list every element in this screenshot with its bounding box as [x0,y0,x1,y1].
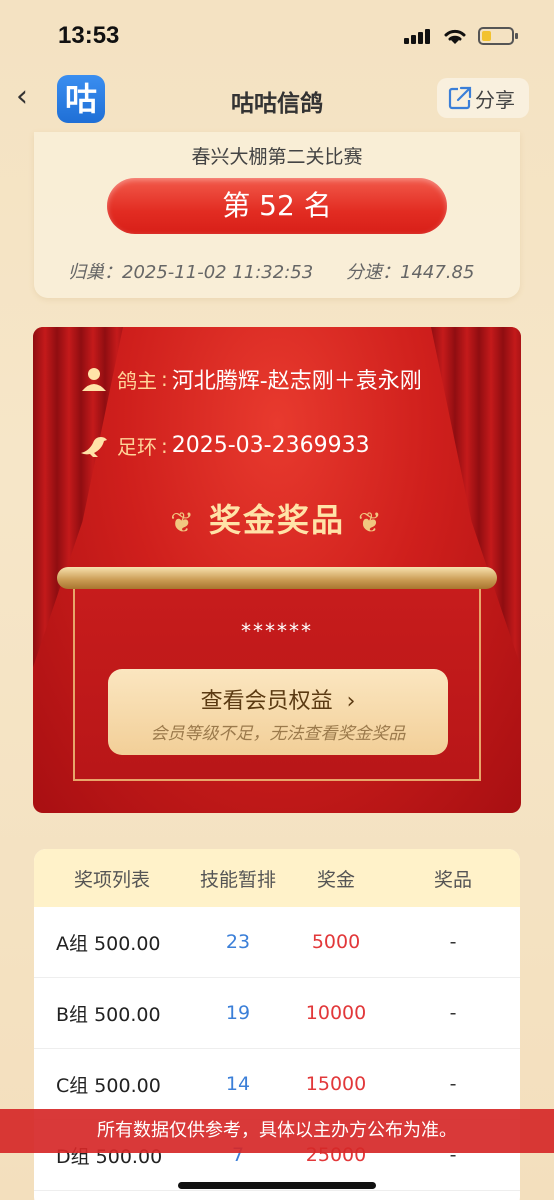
col-header-prize-list: 奖项列表 [73,868,150,891]
bonus-cell: 15000 [305,1073,367,1095]
home-indicator[interactable] [178,1182,376,1189]
laurel-right-icon: ❦ [358,505,384,539]
chevron-right-icon: › [339,689,356,714]
prize-title: ❦ 奖金奖品 ❦ [33,495,521,541]
battery-icon [478,27,518,45]
col-header-rank: 技能暂排 [199,868,276,891]
laurel-left-icon: ❦ [170,505,196,539]
group-cell: C组 500.00 [56,1074,161,1097]
speed-label: 分速： [346,262,400,283]
table-row[interactable]: B组 500.00 19 10000 - [34,978,520,1049]
owner-label: 鸽主 [117,368,157,393]
ring-row: 足环 : 2025-03-2369933 [79,431,370,460]
group-cell: A组 500.00 [56,932,161,955]
prize-cell: - [449,931,457,953]
ring-value: 2025-03-2369933 [171,433,370,458]
bonus-cell: 5000 [311,931,361,953]
hidden-prize-value: ****** [241,619,313,643]
col-header-prize: 奖品 [433,868,472,891]
prize-card: 鸽主 : 河北腾辉-赵志刚＋袁永刚 足环 : 2025-03-2369933 ❦… [33,327,521,813]
share-label: 分享 [475,87,515,112]
table-header: 奖项列表 技能暂排 奖金 奖品 [34,849,520,907]
wifi-icon [444,29,466,44]
arrival-value: 2025-11-02 11:32:53 [122,262,314,283]
rank-card: 春兴大棚第二关比赛 第 52 名 归巢：2025-11-02 11:32:53 … [34,132,520,298]
col-header-bonus: 奖金 [316,868,355,891]
rank-badge: 第 52 名 [107,178,447,234]
group-cell: B组 500.00 [56,1003,161,1026]
vip-button-label: 查看会员权益 › [200,689,356,714]
disclaimer-banner: 所有数据仅供参考，具体以主办方公布为准。 [0,1109,554,1153]
pigeon-icon [81,436,107,457]
speed-value: 1447.85 [400,262,475,283]
prize-title-text: 奖金奖品 [208,501,345,539]
status-time: 13:53 [58,22,120,49]
ring-label: 足环 [117,435,157,459]
arrival-time: 归巢：2025-11-02 11:32:53 [68,258,313,284]
table-row[interactable]: A组 500.00 23 5000 - [34,907,520,978]
speed: 分速：1447.85 [346,258,474,284]
nav-bar: ‹ 咕 咕咕信鸽 分享 [0,70,554,130]
scroll-panel: ****** 查看会员权益 › 会员等级不足，无法查看奖金奖品 [73,589,481,781]
share-icon [448,86,472,110]
prize-cell: - [449,1073,457,1095]
owner-row: 鸽主 : 河北腾辉-赵志刚＋袁永刚 [79,363,422,395]
scroll-rod [57,567,497,589]
match-name: 春兴大棚第二关比赛 [191,146,363,168]
cellular-signal-icon [404,28,434,44]
prize-cell: - [449,1002,457,1024]
person-icon [82,368,106,391]
rank-cell: 14 [225,1073,251,1095]
rank-cell: 23 [225,931,251,953]
arrival-label: 归巢： [68,262,122,283]
owner-value: 河北腾辉-赵志刚＋袁永刚 [171,369,422,394]
status-bar: 13:53 [0,0,554,70]
vip-button-subtext: 会员等级不足，无法查看奖金奖品 [150,724,406,744]
view-membership-button[interactable]: 查看会员权益 › 会员等级不足，无法查看奖金奖品 [108,669,448,755]
rank-cell: 19 [225,1002,251,1024]
bonus-cell: 10000 [305,1002,367,1024]
share-button[interactable]: 分享 [437,78,529,118]
